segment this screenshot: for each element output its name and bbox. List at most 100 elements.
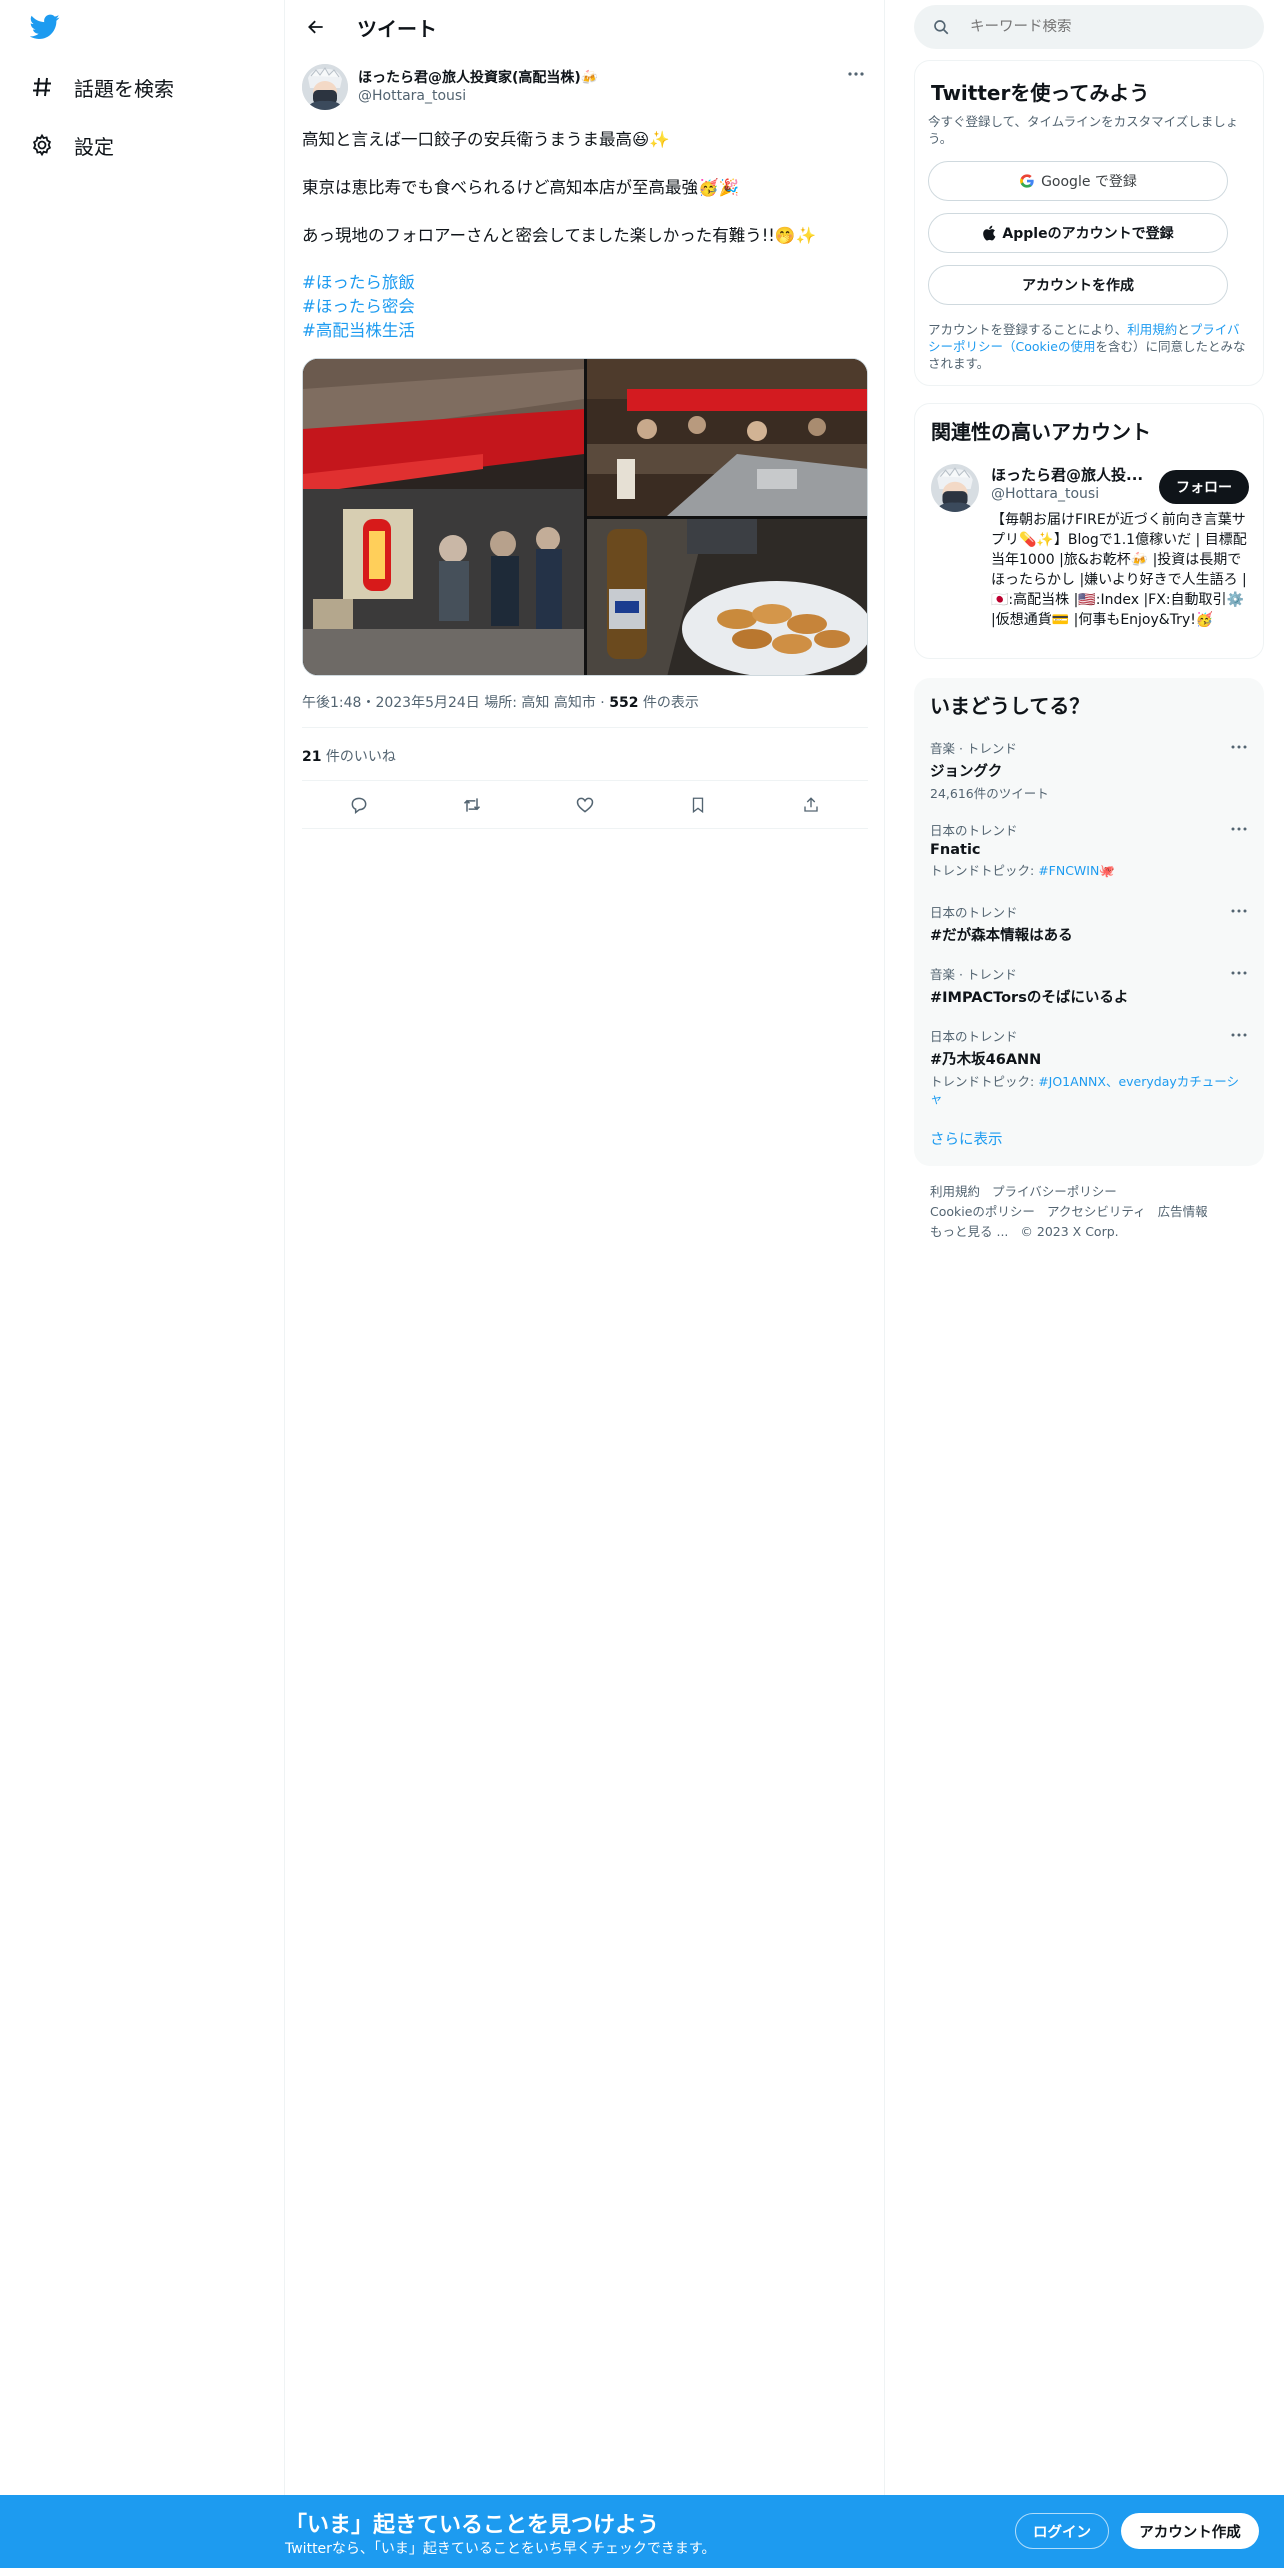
signup-terms: アカウントを登録することにより、利用規約とプライバシーポリシー（Cookieの使… <box>928 321 1248 372</box>
trend-topic-label: トレンドトピック: <box>930 1074 1039 1089</box>
more-options-icon[interactable] <box>1228 822 1250 836</box>
trend-name: Fnatic <box>930 842 981 858</box>
photo-stall-night[interactable] <box>303 359 584 675</box>
page-header: ツイート <box>285 0 885 54</box>
trend-subtext: トレンドトピック: #FNCWIN🐙 <box>930 862 1250 879</box>
trend-item[interactable]: 日本のトレンド Fnatic トレンドトピック: #FNCWIN🐙 <box>930 820 1250 879</box>
reply-icon[interactable] <box>339 785 379 825</box>
signup-button[interactable]: アカウント作成 <box>1121 2513 1259 2549</box>
apple-icon <box>983 225 996 241</box>
tweet-detail: ほったら君@旅人投資家(高配当株)🍻 @Hottara_tousi 高知と言えば… <box>302 62 868 829</box>
footer-link[interactable]: アクセシビリティ <box>1047 1204 1146 1219</box>
more-options-icon[interactable] <box>1228 966 1250 980</box>
footer-links: 利用規約 プライバシーポリシー Cookieのポリシー アクセシビリティ 広告情報 も… <box>930 1182 1250 1242</box>
tweet-text: 高知と言えば一口餃子の安兵衛うまうま最高😆✨ 東京は恵比寿でも食べられるけど高知… <box>302 128 868 272</box>
signup-subtitle: 今すぐ登録して、タイムラインをカスタマイズしましょう。 <box>928 114 1239 146</box>
views-count: 552 <box>609 695 639 711</box>
apple-signup-label: Appleのアカウントで登録 <box>1002 226 1174 242</box>
terms-text: と <box>1177 322 1190 337</box>
trend-item[interactable]: 日本のトレンド #だが森本情報はある <box>930 902 1250 945</box>
like-icon[interactable] <box>565 785 605 825</box>
apple-signup-button[interactable]: Appleのアカウントで登録 <box>928 213 1228 253</box>
trend-topic-label: トレンドトピック: <box>930 863 1039 878</box>
tweet-line: あっ現地のフォロアーさんと密会してました楽しかった有難う!!🤭✨ <box>302 226 817 245</box>
author-name[interactable]: ほったら君@旅人投資家(高配当株)🍻 <box>358 67 598 87</box>
cookie-link[interactable]: （Cookieの使用 <box>1003 339 1095 354</box>
hashtag-link[interactable]: #ほったら旅飯 <box>302 271 602 295</box>
follow-button[interactable]: フォロー <box>1159 470 1249 504</box>
trend-category: 日本のトレンド <box>930 1029 1018 1044</box>
likes-count: 21 <box>302 749 322 765</box>
nav-explore[interactable]: 話題を検索 <box>28 67 174 107</box>
avatar[interactable] <box>302 64 348 110</box>
related-accounts-card: 関連性の高いアカウント ほったら君@旅人投... @Hottara_tousi … <box>914 403 1264 659</box>
likes-label: 件のいいね <box>321 749 396 765</box>
tweet-line: 東京は恵比寿でも食べられるけど高知本店が至高最強🥳🎉 <box>302 178 740 197</box>
main-column: ツイート ほったら君@旅人投資家(高配当株)🍻 @Hottara_tousi 高… <box>285 0 885 2568</box>
divider <box>302 727 868 728</box>
share-icon[interactable] <box>791 785 831 825</box>
footer-link[interactable]: 利用規約 <box>930 1184 980 1199</box>
terms-text: アカウントを登録することにより、 <box>928 322 1128 337</box>
trend-item[interactable]: 音楽 · トレンド ジョングク 24,616件のツイート <box>930 738 1250 802</box>
bookmark-icon[interactable] <box>678 785 718 825</box>
google-signup-button[interactable]: Google で登録 <box>928 161 1228 201</box>
trend-topic-link[interactable]: #FNCWIN🐙 <box>1038 863 1115 878</box>
author-handle[interactable]: @Hottara_tousi <box>358 88 466 104</box>
trend-name: #IMPACTorsのそばにいるよ <box>930 990 1129 1006</box>
search-input[interactable] <box>970 19 1230 35</box>
arrow-left-icon[interactable] <box>299 12 333 42</box>
photo-gyoza-beer[interactable] <box>587 519 867 675</box>
views-label: 件の表示 <box>638 695 699 711</box>
show-more-link[interactable]: さらに表示 <box>930 1128 1003 1149</box>
tweet-line: 高知と言えば一口餃子の安兵衛うまうま最高😆✨ <box>302 130 670 149</box>
trend-item[interactable]: 日本のトレンド #乃木坂46ANN トレンドトピック: #JO1ANNX、eve… <box>930 1026 1250 1107</box>
trend-category: 日本のトレンド <box>930 905 1018 920</box>
hashtag-link[interactable]: #ほったら密会 <box>302 295 602 319</box>
related-account-handle[interactable]: @Hottara_tousi <box>991 486 1099 502</box>
avatar[interactable] <box>931 464 979 512</box>
more-options-icon[interactable] <box>1228 904 1250 918</box>
related-account-name[interactable]: ほったら君@旅人投... <box>991 464 1143 485</box>
google-signup-label: Google で登録 <box>1041 174 1137 190</box>
trends-card: いまどうしてる？ 音楽 · トレンド ジョングク 24,616件のツイート 日本… <box>914 678 1264 1166</box>
hashtag-link[interactable]: #高配当株生活 <box>302 319 602 343</box>
create-account-button[interactable]: アカウントを作成 <box>928 265 1228 305</box>
left-sidebar: 話題を検索 設定 <box>0 0 285 2568</box>
tweet-timestamp[interactable]: 午後1:48・2023年5月24日 場所: 高知 高知市 · <box>302 695 609 711</box>
nav-settings[interactable]: 設定 <box>28 125 114 165</box>
tweet-actions <box>302 784 868 826</box>
tweet-meta: 午後1:48・2023年5月24日 場所: 高知 高知市 · 552 件の表示 <box>302 692 699 712</box>
trends-title: いまどうしてる？ <box>930 694 1090 718</box>
more-options-icon[interactable] <box>1228 740 1250 754</box>
footer-link[interactable]: 広告情報 <box>1158 1204 1208 1219</box>
related-title: 関連性の高いアカウント <box>931 420 1151 444</box>
likes-row[interactable]: 21 件のいいね <box>302 746 396 766</box>
tweet-author: ほったら君@旅人投資家(高配当株)🍻 @Hottara_tousi <box>302 62 868 110</box>
footer-link[interactable]: プライバシーポリシー <box>992 1184 1117 1199</box>
banner-subtitle: Twitterなら、「いま」起きていることをいち早くチェックできます。 <box>285 2541 716 2557</box>
retweet-icon[interactable] <box>452 785 492 825</box>
trend-category: 音楽 · トレンド <box>930 967 1017 982</box>
page-title: ツイート <box>357 17 437 41</box>
copyright: © 2023 X Corp. <box>1020 1224 1119 1239</box>
login-button[interactable]: ログイン <box>1015 2513 1109 2549</box>
media-grid <box>302 358 868 676</box>
terms-link[interactable]: 利用規約 <box>1127 322 1177 337</box>
footer-link[interactable]: もっと見る ... <box>930 1224 1008 1239</box>
search-bar <box>914 5 1264 49</box>
more-options-icon[interactable] <box>1228 1028 1250 1042</box>
trend-name: #だが森本情報はある <box>930 928 1073 944</box>
signup-card: Twitterを使ってみよう 今すぐ登録して、タイムラインをカスタマイズしましょ… <box>914 60 1264 386</box>
nav-settings-label: 設定 <box>74 134 114 159</box>
trend-item[interactable]: 音楽 · トレンド #IMPACTorsのそばにいるよ <box>930 964 1250 1007</box>
divider <box>302 780 868 781</box>
twitter-bird-icon[interactable] <box>29 14 60 40</box>
related-account-bio: 【毎朝お届けFIREが近づく前向き言葉サプリ💊✨】Blogで1.1億稼いだ | … <box>991 512 1247 628</box>
trend-name: ジョングク <box>930 764 1003 780</box>
photo-stall-counter[interactable] <box>587 359 867 516</box>
footer-link[interactable]: Cookieのポリシー <box>930 1204 1035 1219</box>
signup-banner: 「いま」起きていることを見つけよう Twitterなら、「いま」起きていることを… <box>0 2495 1284 2568</box>
banner-title: 「いま」起きていることを見つけよう <box>285 2513 660 2538</box>
more-options-icon[interactable] <box>844 64 868 84</box>
